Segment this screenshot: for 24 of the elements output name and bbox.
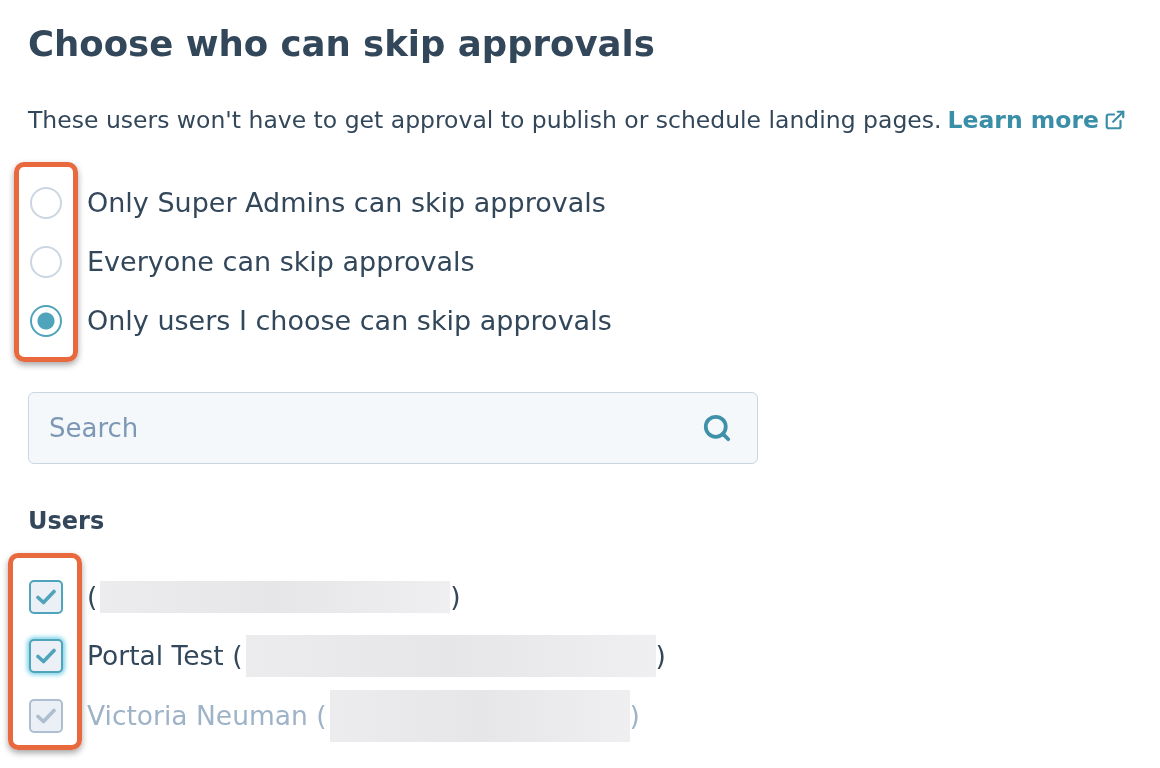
closing-parenthesis: ) — [655, 639, 666, 674]
user-name: ( — [87, 579, 98, 614]
users-heading: Users — [28, 506, 106, 536]
radio-button[interactable] — [30, 186, 62, 219]
option-label: Only users I choose can skip approvals — [87, 303, 612, 338]
checkbox[interactable] — [29, 579, 63, 614]
page-heading: Choose who can skip approvals — [28, 22, 656, 66]
radio-button[interactable] — [30, 245, 62, 278]
checkbox[interactable] — [29, 639, 63, 674]
option-label: Everyone can skip approvals — [87, 244, 475, 279]
radio-button[interactable] — [30, 304, 62, 337]
user-name: Victoria Neuman ( — [87, 698, 327, 733]
check-icon — [36, 588, 56, 605]
closing-parenthesis: ) — [629, 698, 640, 733]
option-label: Only Super Admins can skip approvals — [87, 185, 606, 220]
search-field[interactable]: Search — [28, 392, 758, 464]
external-link-icon — [1103, 109, 1126, 131]
description-text: These users won't have to get approval to publish or schedule landing pages. Learn more — [28, 105, 1160, 135]
user-name: Portal Test ( — [87, 639, 243, 674]
closing-parenthesis: ) — [450, 579, 461, 614]
search-icon — [702, 413, 732, 443]
learn-more-link[interactable]: Learn more — [947, 105, 1126, 135]
check-icon — [36, 707, 56, 724]
check-icon — [36, 648, 56, 665]
